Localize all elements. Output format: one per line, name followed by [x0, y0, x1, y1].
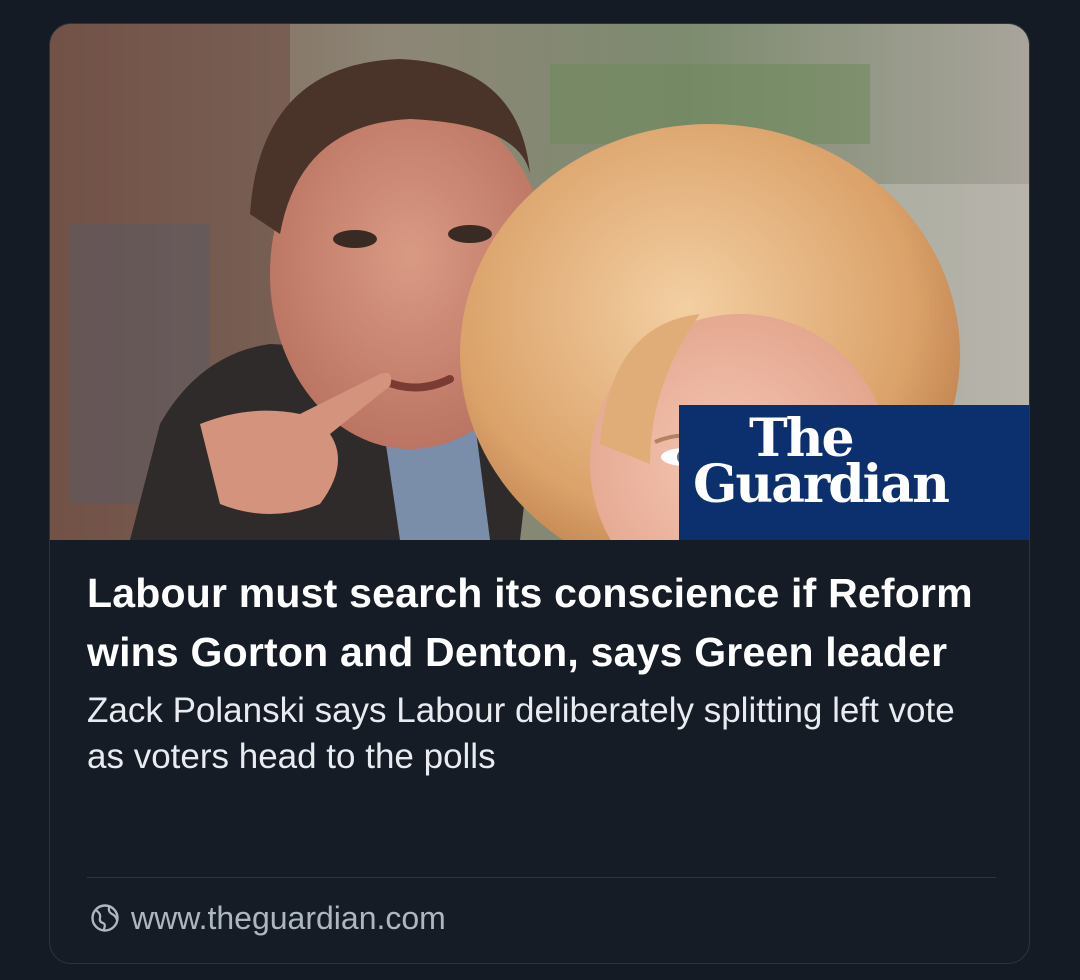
logo-line2: Guardian — [693, 454, 950, 515]
card-text[interactable]: Labour must search its conscience if Ref… — [87, 564, 997, 780]
article-image[interactable]: The Guardian — [50, 24, 1029, 540]
link-preview-card[interactable]: The Guardian Labour must search its cons… — [49, 23, 1030, 964]
source-domain[interactable]: www.theguardian.com — [131, 900, 446, 937]
article-headline[interactable]: Labour must search its conscience if Ref… — [87, 564, 997, 682]
divider — [87, 877, 996, 878]
guardian-logo: The Guardian — [679, 405, 1029, 540]
article-description: Zack Polanski says Labour deliberately s… — [87, 691, 955, 776]
source-link[interactable]: www.theguardian.com — [89, 898, 446, 938]
globe-icon — [89, 902, 121, 934]
